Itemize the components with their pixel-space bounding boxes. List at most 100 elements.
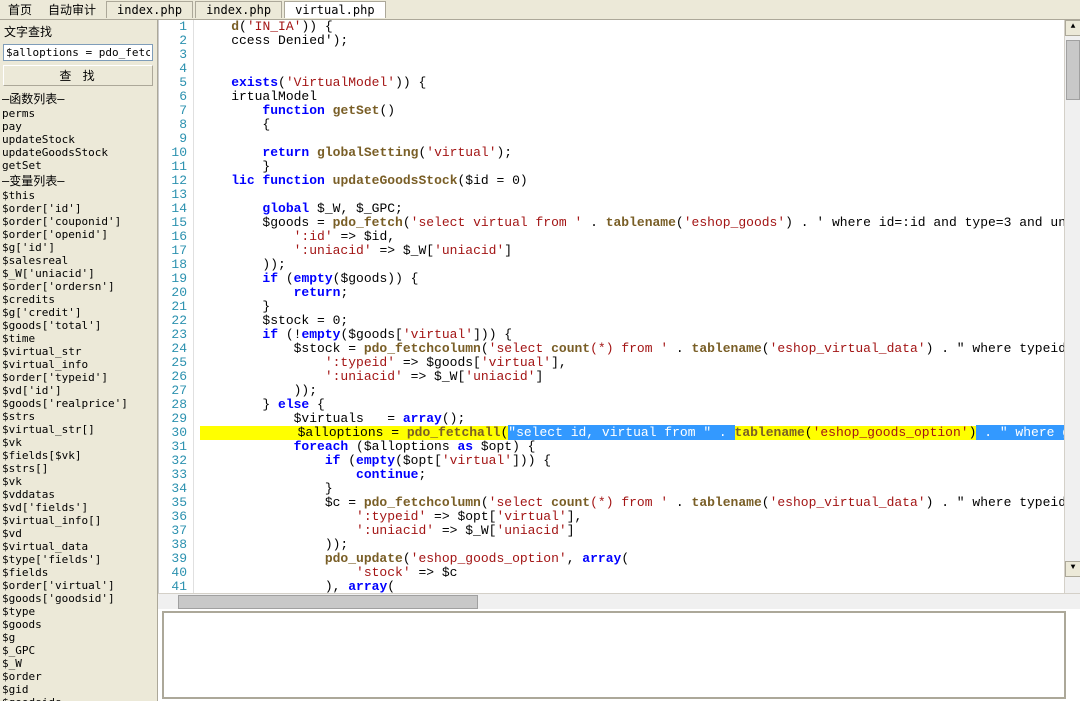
- function-item[interactable]: updateStock: [0, 133, 157, 146]
- scroll-up-arrow[interactable]: ▲: [1065, 20, 1080, 36]
- variable-item[interactable]: $vk: [0, 475, 157, 488]
- code-line[interactable]: continue;: [194, 468, 1080, 482]
- file-tab[interactable]: virtual.php: [284, 1, 385, 18]
- variable-item[interactable]: $order: [0, 670, 157, 683]
- variable-item[interactable]: $order['ordersn']: [0, 280, 157, 293]
- variable-item[interactable]: $_W: [0, 657, 157, 670]
- variable-item[interactable]: $order['id']: [0, 202, 157, 215]
- code-line[interactable]: lic function updateGoodsStock($id = 0): [194, 174, 1080, 188]
- code-line[interactable]: if (empty($goods)) {: [194, 272, 1080, 286]
- code-line[interactable]: [194, 188, 1080, 202]
- search-button[interactable]: 查 找: [3, 65, 153, 86]
- variable-item[interactable]: $goods: [0, 618, 157, 631]
- variable-item[interactable]: $time: [0, 332, 157, 345]
- code-line[interactable]: [194, 48, 1080, 62]
- horizontal-scrollbar[interactable]: [158, 593, 1080, 609]
- variable-item[interactable]: $_W['uniacid']: [0, 267, 157, 280]
- vertical-scroll-thumb[interactable]: [1066, 40, 1080, 100]
- variable-item[interactable]: $virtual_str: [0, 345, 157, 358]
- code-line[interactable]: $goods = pdo_fetch('select virtual from …: [194, 216, 1080, 230]
- code-line[interactable]: ));: [194, 258, 1080, 272]
- file-tab[interactable]: index.php: [106, 1, 193, 18]
- code-line[interactable]: }: [194, 160, 1080, 174]
- variable-item[interactable]: $vk: [0, 436, 157, 449]
- menu-home[interactable]: 首页: [0, 0, 40, 20]
- code-line[interactable]: [194, 132, 1080, 146]
- variable-item[interactable]: $g['credit']: [0, 306, 157, 319]
- code-line[interactable]: ':uniacid' => $_W['uniacid']: [194, 370, 1080, 384]
- variable-item[interactable]: $goodsids: [0, 696, 157, 701]
- variable-item[interactable]: $order['openid']: [0, 228, 157, 241]
- variable-item[interactable]: $this: [0, 189, 157, 202]
- code-line[interactable]: exists('VirtualModel')) {: [194, 76, 1080, 90]
- variable-item[interactable]: $fields: [0, 566, 157, 579]
- menu-auto-audit[interactable]: 自动审计: [40, 0, 104, 20]
- code-line[interactable]: 'stock' => $c: [194, 566, 1080, 580]
- code-line[interactable]: if (!empty($goods['virtual'])) {: [194, 328, 1080, 342]
- code-line[interactable]: return globalSetting('virtual');: [194, 146, 1080, 160]
- variable-item[interactable]: $salesreal: [0, 254, 157, 267]
- code-line[interactable]: $virtuals = array();: [194, 412, 1080, 426]
- variable-item[interactable]: $vd: [0, 527, 157, 540]
- code-line[interactable]: $stock = pdo_fetchcolumn('select count(*…: [194, 342, 1080, 356]
- code-line[interactable]: function getSet(): [194, 104, 1080, 118]
- code-line[interactable]: foreach ($alloptions as $opt) {: [194, 440, 1080, 454]
- code-area[interactable]: 1234567891011121314151617181920212223242…: [158, 20, 1080, 593]
- variable-item[interactable]: $vd['id']: [0, 384, 157, 397]
- code-line[interactable]: $stock = 0;: [194, 314, 1080, 328]
- variable-item[interactable]: $virtual_info: [0, 358, 157, 371]
- code-line[interactable]: irtualModel: [194, 90, 1080, 104]
- function-item[interactable]: pay: [0, 120, 157, 133]
- code-line[interactable]: ':typeid' => $opt['virtual'],: [194, 510, 1080, 524]
- code-line[interactable]: ':typeid' => $goods['virtual'],: [194, 356, 1080, 370]
- variable-item[interactable]: $_GPC: [0, 644, 157, 657]
- variable-item[interactable]: $strs[]: [0, 462, 157, 475]
- code-line[interactable]: ccess Denied');: [194, 34, 1080, 48]
- variable-item[interactable]: $fields[$vk]: [0, 449, 157, 462]
- variable-item[interactable]: $vddatas: [0, 488, 157, 501]
- variable-item[interactable]: $order['virtual']: [0, 579, 157, 592]
- code-line[interactable]: pdo_update('eshop_goods_option', array(: [194, 552, 1080, 566]
- variable-item[interactable]: $vd['fields']: [0, 501, 157, 514]
- code-line[interactable]: global $_W, $_GPC;: [194, 202, 1080, 216]
- code-line[interactable]: [194, 62, 1080, 76]
- code-line[interactable]: d('IN_IA')) {: [194, 20, 1080, 34]
- variable-item[interactable]: $g['id']: [0, 241, 157, 254]
- code-line[interactable]: ':uniacid' => $_W['uniacid']: [194, 524, 1080, 538]
- variable-item[interactable]: $goods['goodsid']: [0, 592, 157, 605]
- variable-item[interactable]: $credits: [0, 293, 157, 306]
- scroll-down-arrow[interactable]: ▼: [1065, 561, 1080, 577]
- variable-item[interactable]: $gid: [0, 683, 157, 696]
- code-lines[interactable]: d('IN_IA')) { ccess Denied'); exists('Vi…: [194, 20, 1080, 593]
- variable-item[interactable]: $goods['realprice']: [0, 397, 157, 410]
- output-panel[interactable]: [162, 611, 1066, 699]
- variable-item[interactable]: $order['typeid']: [0, 371, 157, 384]
- variable-item[interactable]: $order['couponid']: [0, 215, 157, 228]
- code-line[interactable]: ':id' => $id,: [194, 230, 1080, 244]
- variable-item[interactable]: $g: [0, 631, 157, 644]
- code-line[interactable]: ':uniacid' => $_W['uniacid']: [194, 244, 1080, 258]
- code-line[interactable]: $c = pdo_fetchcolumn('select count(*) fr…: [194, 496, 1080, 510]
- variable-item[interactable]: $type['fields']: [0, 553, 157, 566]
- code-line[interactable]: if (empty($opt['virtual'])) {: [194, 454, 1080, 468]
- code-line[interactable]: $alloptions = pdo_fetchall("select id, v…: [194, 426, 1080, 440]
- vertical-scrollbar[interactable]: ▲ ▼: [1064, 20, 1080, 593]
- variable-item[interactable]: $virtual_info[]: [0, 514, 157, 527]
- code-line[interactable]: } else {: [194, 398, 1080, 412]
- function-item[interactable]: getSet: [0, 159, 157, 172]
- variable-item[interactable]: $type: [0, 605, 157, 618]
- function-item[interactable]: perms: [0, 107, 157, 120]
- variable-item[interactable]: $strs: [0, 410, 157, 423]
- variable-item[interactable]: $virtual_data: [0, 540, 157, 553]
- horizontal-scroll-thumb[interactable]: [178, 595, 478, 609]
- code-line[interactable]: ));: [194, 384, 1080, 398]
- code-line[interactable]: return;: [194, 286, 1080, 300]
- code-line[interactable]: ), array(: [194, 580, 1080, 593]
- code-line[interactable]: }: [194, 300, 1080, 314]
- code-line[interactable]: {: [194, 118, 1080, 132]
- code-line[interactable]: ));: [194, 538, 1080, 552]
- file-tab[interactable]: index.php: [195, 1, 282, 18]
- code-line[interactable]: }: [194, 482, 1080, 496]
- search-input[interactable]: [3, 44, 153, 61]
- function-item[interactable]: updateGoodsStock: [0, 146, 157, 159]
